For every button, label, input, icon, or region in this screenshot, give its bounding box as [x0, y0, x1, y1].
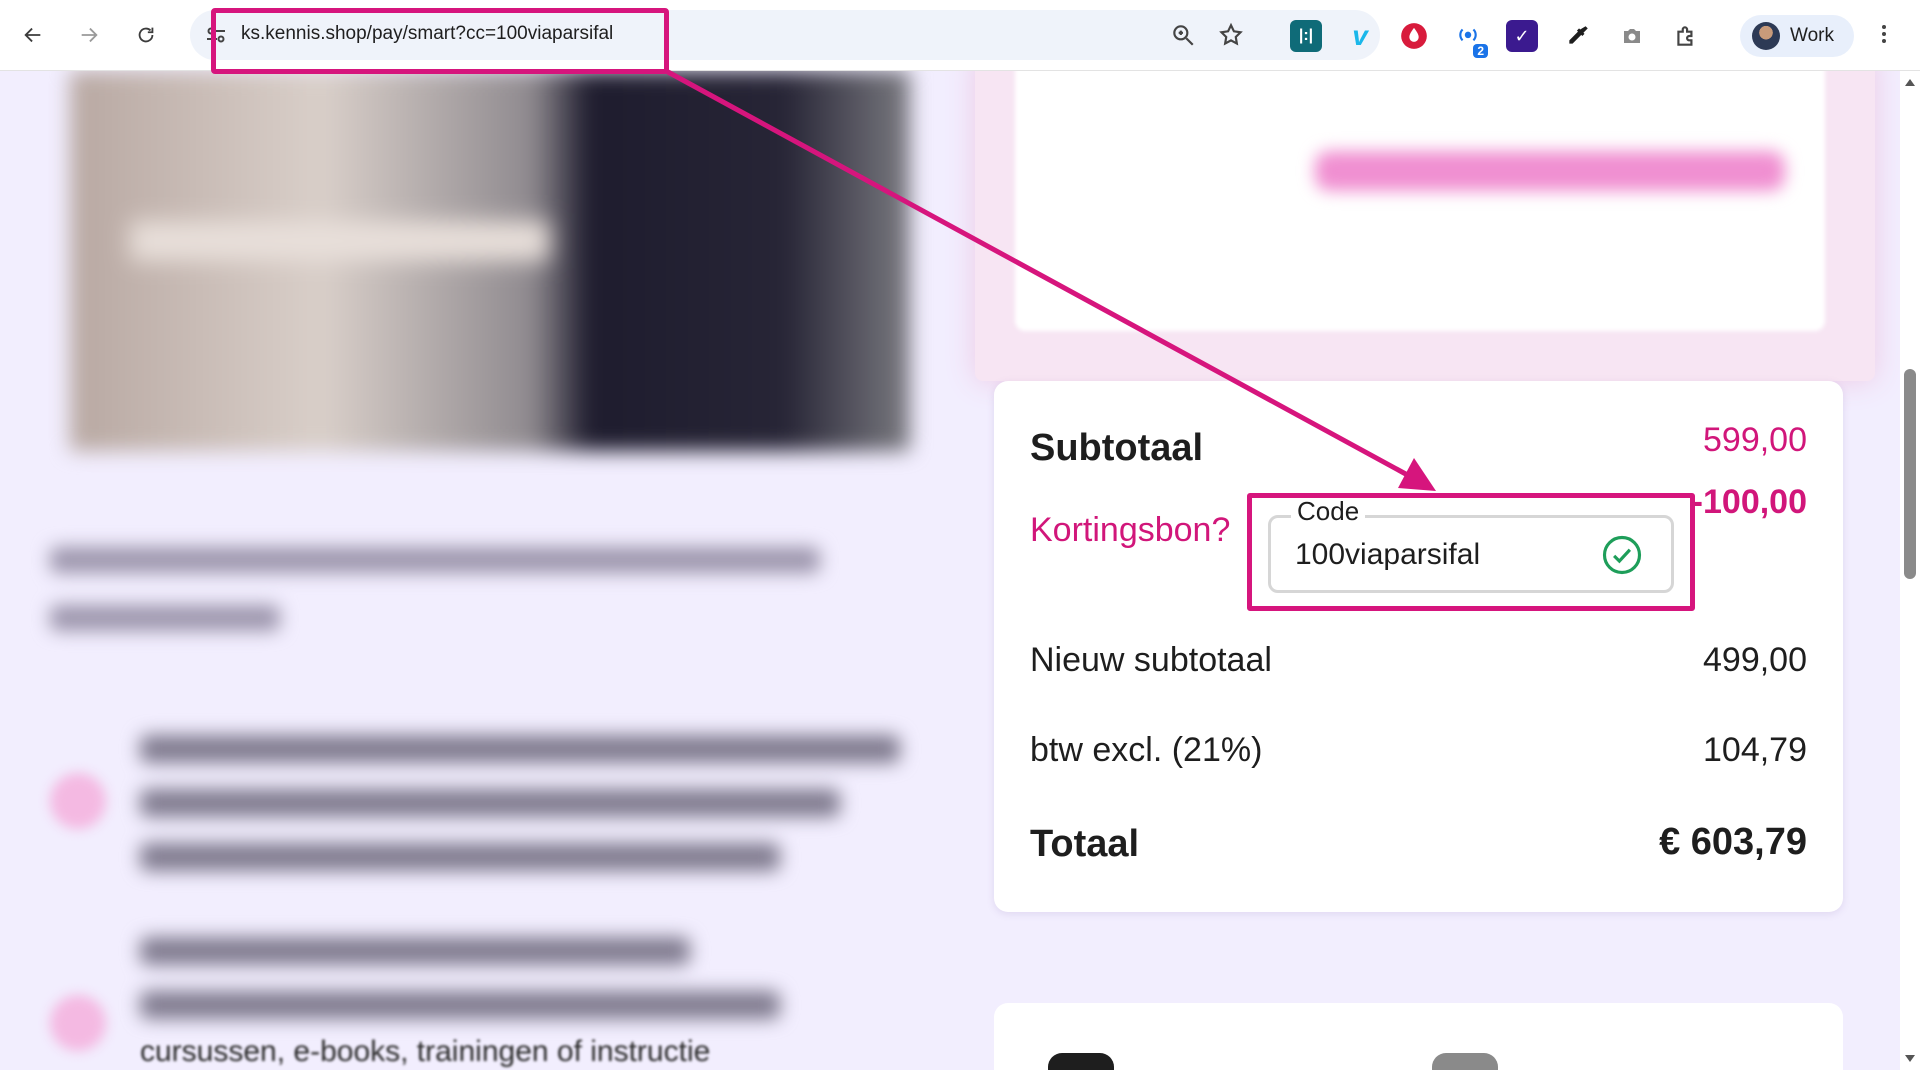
scroll-up-icon[interactable] [1904, 77, 1916, 89]
blurred-product-card [975, 71, 1875, 381]
page-scrollbar[interactable] [1900, 71, 1920, 1070]
blurred-link[interactable] [1315, 151, 1785, 191]
vat-value: 104,79 [1703, 731, 1807, 769]
discount-value: -100,00 [1691, 483, 1807, 521]
total-label: Totaal [1030, 823, 1140, 865]
back-icon[interactable] [16, 18, 50, 52]
extension-drop-icon[interactable] [1398, 20, 1430, 52]
blurred-heading [50, 547, 830, 657]
total-value: € 603,79 [1659, 821, 1807, 863]
vat-label: btw excl. (21%) [1030, 731, 1263, 769]
browser-menu-icon[interactable] [1872, 22, 1896, 50]
vimeo-icon[interactable]: v [1344, 20, 1376, 52]
extension-check-icon[interactable]: ✓ [1506, 20, 1538, 52]
coupon-label: Kortingsbon? [1030, 511, 1231, 549]
blurred-bullet-icon [50, 773, 106, 829]
extensions-puzzle-icon[interactable] [1670, 20, 1702, 52]
scroll-down-icon[interactable] [1904, 1052, 1916, 1064]
subtotal-label: Subtotaal [1030, 427, 1204, 469]
extension-chart-icon[interactable]: |:| [1290, 20, 1322, 52]
payment-card [994, 1003, 1843, 1070]
annotation-highlight-code [1247, 493, 1695, 611]
zoom-icon[interactable] [1170, 22, 1196, 48]
profile-button[interactable]: Work [1740, 15, 1854, 57]
screenshot-camera-icon[interactable] [1616, 20, 1648, 52]
blurred-hero-image [70, 71, 910, 451]
extension-badge: 2 [1473, 44, 1488, 58]
blurred-bullet-icon [50, 995, 106, 1051]
reload-icon[interactable] [129, 18, 163, 52]
avatar [1752, 22, 1780, 50]
new-subtotal-label: Nieuw subtotaal [1030, 641, 1272, 679]
blurred-paragraph [140, 735, 900, 897]
order-summary-card: Subtotaal 599,00 -100,00 Kortingsbon? Co… [994, 381, 1843, 912]
payment-option-pill[interactable] [1432, 1053, 1498, 1070]
forward-icon[interactable] [72, 18, 106, 52]
eyedropper-icon[interactable] [1562, 20, 1594, 52]
profile-label: Work [1790, 25, 1834, 46]
broadcast-icon[interactable]: 2 [1452, 20, 1488, 58]
new-subtotal-value: 499,00 [1703, 641, 1807, 679]
payment-option-pill[interactable] [1048, 1053, 1114, 1070]
partial-paragraph-text: cursussen, e-books, trainingen of instru… [140, 1035, 711, 1068]
bookmark-star-icon[interactable] [1218, 22, 1244, 48]
annotation-highlight-url [211, 8, 669, 74]
scroll-thumb[interactable] [1904, 369, 1916, 579]
blurred-paragraph [140, 937, 900, 1045]
subtotal-value: 599,00 [1703, 421, 1807, 459]
